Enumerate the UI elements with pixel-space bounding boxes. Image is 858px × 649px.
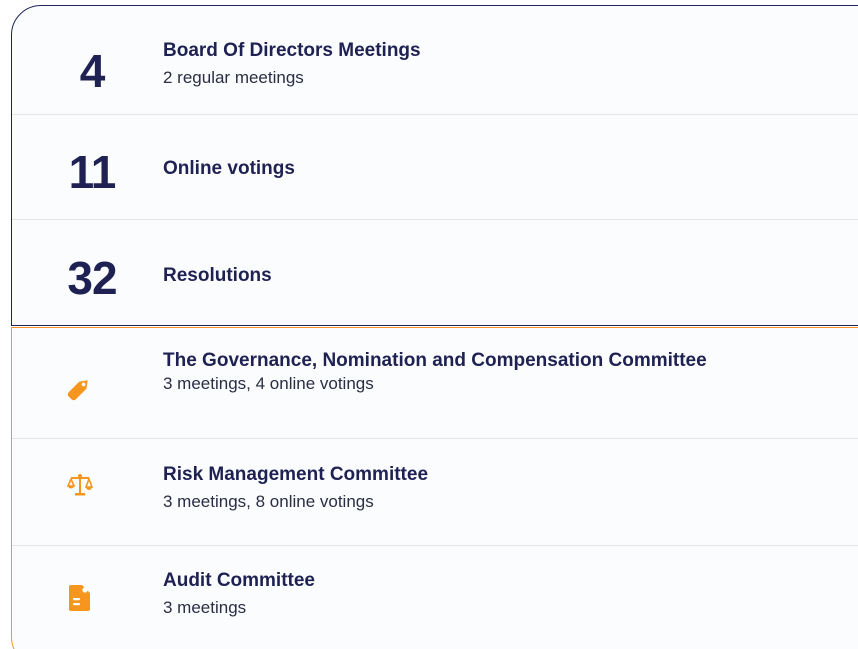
stat-number: 4 bbox=[79, 45, 106, 97]
committee-text: The Governance, Nomination and Compensat… bbox=[163, 351, 763, 395]
committee-row-audit: Audit Committee 3 meetings bbox=[12, 546, 858, 649]
tag-icon bbox=[65, 373, 95, 403]
committee-text: Audit Committee 3 meetings bbox=[163, 571, 763, 619]
board-stat-row-meetings: 4 Board Of Directors Meetings 2 regular … bbox=[12, 6, 858, 115]
committee-title: Risk Management Committee bbox=[163, 464, 429, 485]
committee-subtitle: 3 meetings, 4 online votings bbox=[163, 374, 374, 393]
stat-subtitle: 2 regular meetings bbox=[163, 68, 304, 87]
stat-number: 11 bbox=[68, 146, 117, 198]
committee-row-governance: The Governance, Nomination and Compensat… bbox=[12, 328, 858, 439]
committees-card: The Governance, Nomination and Compensat… bbox=[11, 327, 858, 649]
committee-subtitle: 3 meetings bbox=[163, 598, 247, 617]
committee-title: The Governance, Nomination and Compensat… bbox=[163, 350, 707, 371]
stat-text: Online votings bbox=[163, 159, 763, 179]
stat-number: 32 bbox=[67, 252, 117, 304]
document-icon bbox=[65, 583, 95, 613]
stat-title: Resolutions bbox=[163, 265, 272, 286]
scales-icon bbox=[65, 470, 95, 500]
committee-subtitle: 3 meetings, 8 online votings bbox=[163, 492, 374, 511]
committee-title: Audit Committee bbox=[163, 570, 315, 591]
stat-title: Online votings bbox=[163, 158, 295, 179]
stat-text: Resolutions bbox=[163, 266, 763, 286]
committee-text: Risk Management Committee 3 meetings, 8 … bbox=[163, 465, 763, 513]
stat-text: Board Of Directors Meetings 2 regular me… bbox=[163, 41, 763, 89]
stat-title: Board Of Directors Meetings bbox=[163, 40, 421, 61]
committee-row-risk: Risk Management Committee 3 meetings, 8 … bbox=[12, 439, 858, 546]
board-stats-card: 4 Board Of Directors Meetings 2 regular … bbox=[11, 5, 858, 326]
governance-summary: 4 Board Of Directors Meetings 2 regular … bbox=[0, 0, 858, 649]
board-stat-row-resolutions: 32 Resolutions bbox=[12, 220, 858, 326]
board-stat-row-votings: 11 Online votings bbox=[12, 115, 858, 220]
